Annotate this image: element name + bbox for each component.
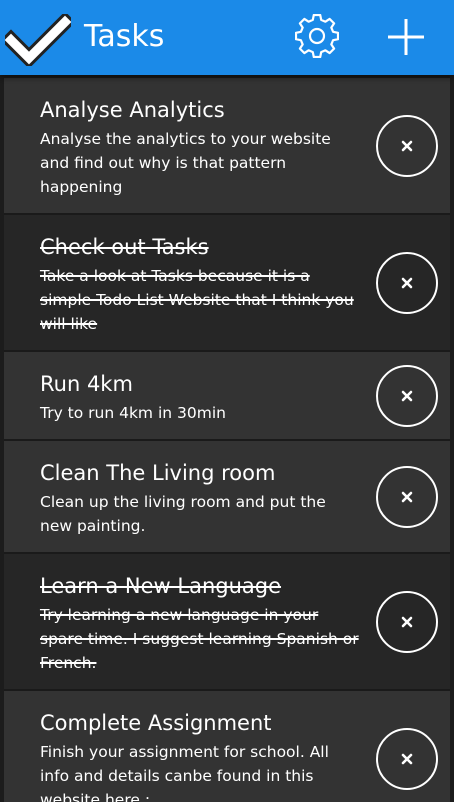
delete-task-button[interactable] xyxy=(376,114,438,177)
delete-task-button[interactable] xyxy=(376,465,438,528)
task-title: Complete Assignment xyxy=(40,711,272,735)
delete-task-button[interactable] xyxy=(376,590,438,653)
task-description: Analyse the analytics to your website an… xyxy=(40,130,331,196)
task-title: Clean The Living room xyxy=(40,461,276,485)
checkmark-icon xyxy=(0,11,76,69)
task-item[interactable]: Analyse Analytics Analyse the analytics … xyxy=(4,78,450,215)
close-icon xyxy=(401,277,413,289)
task-description: Try to run 4km in 30min xyxy=(40,404,226,422)
task-item[interactable]: Check out Tasks Take a look at Tasks bec… xyxy=(4,215,450,352)
page-title: Tasks xyxy=(84,19,165,54)
close-icon xyxy=(401,390,413,402)
task-item[interactable]: Clean The Living room Clean up the livin… xyxy=(4,441,450,554)
app: Tasks Analyse Analytics Analyse the anal… xyxy=(0,0,454,802)
header: Tasks xyxy=(0,0,454,75)
task-description: Finish your assignment for school. All i… xyxy=(40,743,329,802)
task-title: Check out Tasks xyxy=(40,235,209,259)
delete-task-button[interactable] xyxy=(376,251,438,314)
task-description: Clean up the living room and put the new… xyxy=(40,493,326,535)
settings-button[interactable] xyxy=(294,13,340,62)
close-icon xyxy=(401,616,413,628)
task-description: Try learning a new language in your spar… xyxy=(40,606,359,672)
task-title: Learn a New Language xyxy=(40,574,282,598)
add-task-button[interactable] xyxy=(381,14,431,64)
task-item[interactable]: Complete Assignment Finish your assignme… xyxy=(4,691,450,802)
task-description: Take a look at Tasks because it is a sim… xyxy=(40,267,354,333)
gear-icon xyxy=(294,13,340,62)
delete-task-button[interactable] xyxy=(376,364,438,427)
task-title: Analyse Analytics xyxy=(40,98,225,122)
close-icon xyxy=(401,491,413,503)
task-item[interactable]: Run 4km Try to run 4km in 30min xyxy=(4,352,450,441)
task-list: Analyse Analytics Analyse the analytics … xyxy=(0,78,454,802)
close-icon xyxy=(401,140,413,152)
task-item[interactable]: Learn a New Language Try learning a new … xyxy=(4,554,450,691)
delete-task-button[interactable] xyxy=(376,727,438,790)
close-icon xyxy=(401,753,413,765)
task-title: Run 4km xyxy=(40,372,133,396)
plus-icon xyxy=(384,15,428,63)
